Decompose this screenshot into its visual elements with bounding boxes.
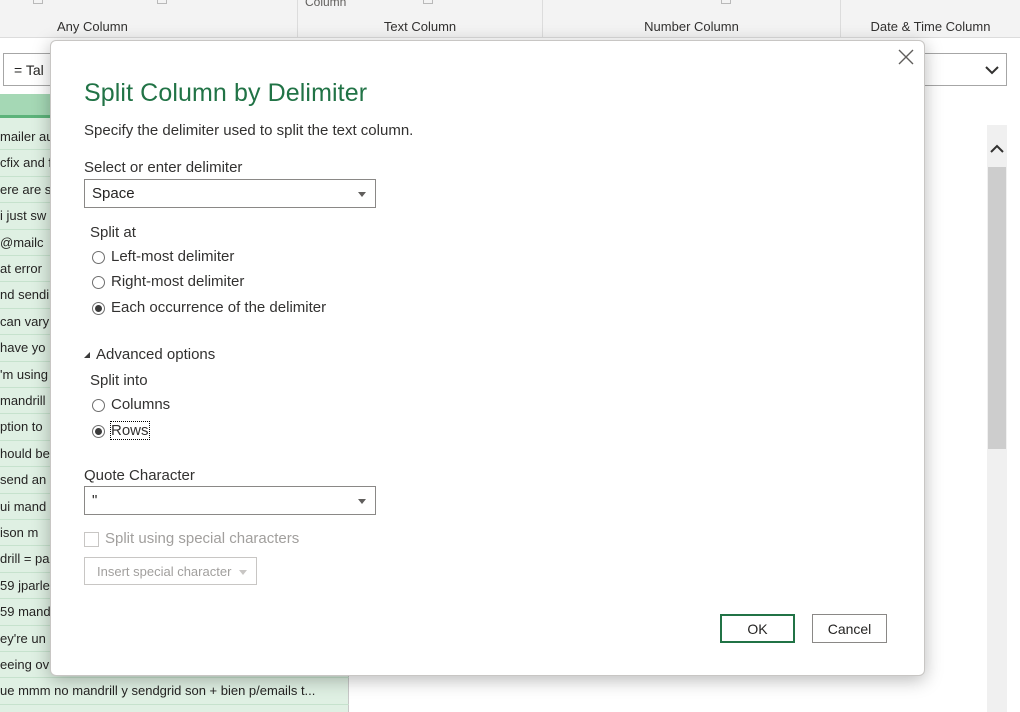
- quote-character-label: Quote Character: [84, 467, 195, 484]
- radio-button[interactable]: [92, 302, 105, 315]
- radio-label: Rows: [110, 421, 150, 440]
- ribbon-group-number-column: Number Column: [543, 0, 841, 38]
- close-icon[interactable]: [896, 47, 916, 67]
- delimiter-select[interactable]: Space: [84, 179, 376, 208]
- ribbon-icon[interactable]: [423, 0, 433, 4]
- advanced-options-label: Advanced options: [96, 346, 216, 363]
- radio-button[interactable]: [92, 276, 105, 289]
- special-characters-label: Split using special characters: [105, 530, 300, 547]
- ribbon-group-date-time-column: Date & Time Column: [841, 0, 1020, 38]
- ribbon-group-label: Any Column: [57, 19, 128, 34]
- ok-button[interactable]: OK: [720, 614, 795, 643]
- ribbon-group-text-column: Column Text Column: [298, 0, 543, 38]
- ribbon: Any Column Column Text Column Number Col…: [0, 0, 1020, 38]
- dropdown-caret-icon: [358, 499, 366, 504]
- dialog-title: Split Column by Delimiter: [84, 79, 368, 107]
- insert-special-character-button[interactable]: Insert special character: [84, 557, 257, 585]
- ribbon-group-label: Text Column: [383, 19, 457, 34]
- radio-button[interactable]: [92, 425, 105, 438]
- scrollbar-thumb[interactable]: [988, 167, 1006, 449]
- dialog-description: Specify the delimiter used to split the …: [84, 122, 414, 139]
- radio-button[interactable]: [92, 251, 105, 264]
- ribbon-group-label: Date & Time Column: [870, 19, 991, 34]
- collapse-triangle-icon: [84, 352, 90, 358]
- radio-label: Left-most delimiter: [111, 248, 235, 265]
- chevron-down-icon[interactable]: [984, 62, 1000, 78]
- ribbon-column-label[interactable]: Column: [305, 0, 346, 9]
- quote-character-select[interactable]: ": [84, 486, 376, 515]
- ribbon-icon[interactable]: [33, 0, 43, 4]
- dropdown-caret-icon: [239, 570, 247, 575]
- insert-special-character-label: Insert special character: [97, 564, 232, 579]
- dropdown-caret-icon: [358, 192, 366, 197]
- delimiter-value: Space: [92, 185, 135, 202]
- delimiter-label: Select or enter delimiter: [84, 159, 243, 176]
- table-row[interactable]: ue mmm no mandrill y sendgrid son + bien…: [0, 678, 349, 705]
- formula-text[interactable]: = Tal: [14, 62, 44, 78]
- ribbon-group-any-column: Any Column: [0, 0, 298, 38]
- special-characters-checkbox[interactable]: [84, 532, 99, 547]
- quote-character-value: ": [92, 492, 98, 509]
- radio-label: Right-most delimiter: [111, 273, 245, 290]
- chevron-up-icon[interactable]: [989, 141, 1005, 157]
- cancel-button[interactable]: Cancel: [812, 614, 887, 643]
- radio-label: Columns: [111, 396, 171, 413]
- ribbon-icon[interactable]: [157, 0, 167, 4]
- ribbon-group-label: Number Column: [644, 19, 739, 34]
- ribbon-icon[interactable]: [721, 0, 731, 4]
- split-at-label: Split at: [90, 224, 136, 241]
- radio-label: Each occurrence of the delimiter: [111, 299, 327, 316]
- vertical-scrollbar[interactable]: [987, 125, 1007, 712]
- split-into-label: Split into: [90, 372, 148, 389]
- split-column-dialog: Split Column by Delimiter Specify the de…: [50, 40, 925, 676]
- radio-button[interactable]: [92, 399, 105, 412]
